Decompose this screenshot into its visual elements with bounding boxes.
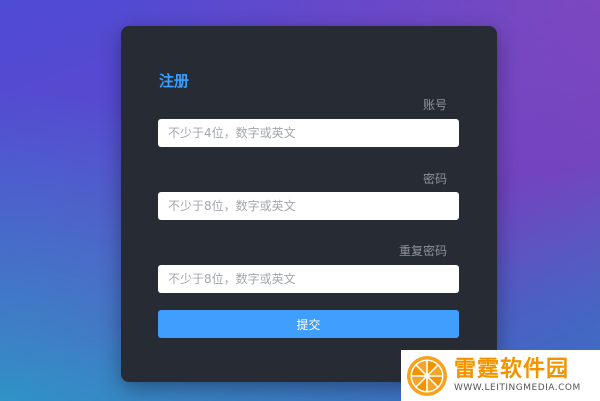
orange-slice-icon <box>407 355 447 396</box>
password-input[interactable] <box>158 192 459 220</box>
watermark-name: 雷霆软件园 <box>454 357 570 382</box>
register-form-card: 注册 账号 密码 重复密码 提交 <box>121 26 497 382</box>
repeat-password-label: 重复密码 <box>398 244 447 258</box>
account-label: 账号 <box>422 98 447 112</box>
form-title: 注册 <box>159 72 190 90</box>
submit-button[interactable]: 提交 <box>158 310 459 338</box>
watermark-url: WWW.LEITINGMEDIA.COM <box>454 383 581 393</box>
password-label: 密码 <box>422 172 447 186</box>
account-input[interactable] <box>158 119 459 147</box>
repeat-password-input[interactable] <box>158 265 459 293</box>
watermark: 雷霆软件园 WWW.LEITINGMEDIA.COM <box>401 350 600 401</box>
